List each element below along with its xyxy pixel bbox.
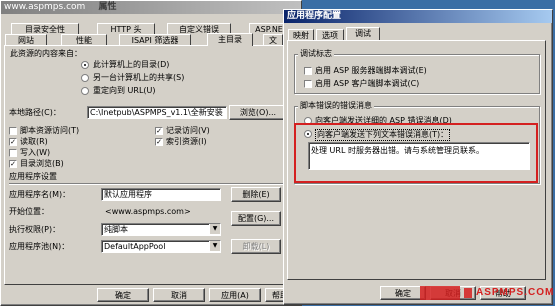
check-log-visits-label: 记录访问(V) bbox=[166, 126, 210, 135]
radio-redirect-url[interactable] bbox=[81, 87, 89, 95]
exec-permissions-label: 执行权限(P)： bbox=[9, 225, 61, 234]
script-errors-label: 脚本错误的错误消息 bbox=[298, 101, 374, 111]
tab-website[interactable]: 网站 bbox=[5, 34, 47, 45]
cancel-button[interactable]: 取消 bbox=[153, 288, 205, 302]
app-config-titlebar: 应用程序配置 bbox=[284, 10, 552, 23]
check-write-label: 写入(W) bbox=[20, 148, 51, 157]
chevron-down-icon[interactable]: ▼ bbox=[209, 224, 220, 234]
tab-documents[interactable]: 文 bbox=[263, 34, 283, 45]
ok-button[interactable]: 确定 bbox=[97, 288, 149, 302]
radio-redirect-url-label: 重定向到 URL(U) bbox=[93, 86, 156, 95]
local-path-label: 本地路径(C)： bbox=[9, 108, 61, 117]
tab-debugging[interactable]: 调试 bbox=[346, 27, 380, 40]
app-name-label: 应用程序名(M)： bbox=[9, 190, 71, 199]
brand-logo: ASPMPS.COM bbox=[420, 284, 555, 302]
radio-local-directory[interactable] bbox=[81, 61, 89, 69]
check-directory-browsing[interactable]: ✓ bbox=[9, 160, 17, 168]
app-config-title: 应用程序配置 bbox=[287, 11, 342, 21]
check-directory-browsing-label: 目录浏览(B) bbox=[20, 159, 64, 168]
error-highlight-box bbox=[294, 123, 538, 183]
remove-button[interactable]: 删除(E) bbox=[231, 187, 281, 202]
app-pool-label: 应用程序池(N)： bbox=[9, 242, 70, 251]
app-settings-heading: 应用程序设置 bbox=[9, 172, 57, 181]
local-path-input[interactable]: C:\Inetpub\ASPMPS_v1.1\全新安装 bbox=[87, 106, 227, 119]
watermark-text: www.aspmps.com bbox=[4, 2, 86, 12]
check-read-label: 读取(R) bbox=[20, 137, 48, 146]
check-server-debug-label: 启用 ASP 服务器端脚本调试(E) bbox=[315, 66, 427, 75]
logo-text: ASPMPS.COM bbox=[476, 287, 555, 298]
properties-titlebar: www.aspmps.com 属性 bbox=[1, 1, 301, 14]
properties-window: www.aspmps.com 属性 目录安全性 HTTP 头 自定义错误 ASP… bbox=[0, 0, 302, 306]
check-script-source-access-label: 脚本资源访问(T) bbox=[20, 126, 80, 135]
radio-local-directory-label: 此计算机上的目录(D) bbox=[93, 60, 170, 69]
tab-performance[interactable]: 性能 bbox=[61, 34, 107, 45]
browse-button[interactable]: 浏览(O)... bbox=[229, 105, 287, 120]
app-settings-divider bbox=[9, 183, 291, 185]
app-pool-value: DefaultAppPool bbox=[104, 242, 166, 251]
tab-home-directory[interactable]: 主目录 bbox=[207, 33, 253, 46]
check-index-resource[interactable]: ✓ bbox=[155, 138, 163, 146]
debug-flags-label: 调试标志 bbox=[298, 49, 334, 59]
app-pool-select[interactable]: DefaultAppPool ▼ bbox=[101, 240, 221, 253]
tab-options[interactable]: 选项 bbox=[316, 29, 344, 40]
tab-mappings[interactable]: 映射 bbox=[288, 29, 314, 40]
exec-permissions-select[interactable]: 纯脚本 ▼ bbox=[101, 223, 221, 236]
start-location-value: <www.aspmps.com> bbox=[105, 207, 191, 216]
check-write[interactable] bbox=[9, 149, 17, 157]
check-client-debug-label: 启用 ASP 客户端脚本调试(C) bbox=[315, 79, 420, 88]
properties-title: 属性 bbox=[98, 2, 117, 12]
chevron-down-icon[interactable]: ▼ bbox=[209, 241, 220, 251]
app-name-input[interactable]: 默认应用程序 bbox=[101, 188, 221, 201]
check-index-resource-label: 索引资源(I) bbox=[166, 137, 207, 146]
check-client-debug[interactable] bbox=[304, 80, 312, 88]
exec-permissions-value: 纯脚本 bbox=[104, 225, 128, 234]
check-read[interactable]: ✓ bbox=[9, 138, 17, 146]
check-script-source-access[interactable] bbox=[9, 127, 17, 135]
unload-button[interactable]: 卸载(L) bbox=[231, 239, 281, 254]
tab-directory-security[interactable]: 目录安全性 bbox=[11, 23, 79, 34]
radio-network-share-label: 另一台计算机上的共享(S) bbox=[93, 73, 185, 82]
radio-network-share[interactable] bbox=[81, 74, 89, 82]
configure-button[interactable]: 配置(G)... bbox=[231, 211, 281, 226]
content-source-label: 此资源的内容来自： bbox=[10, 49, 82, 58]
start-location-label: 开始位置： bbox=[9, 207, 49, 216]
tab-isapi-filters[interactable]: ISAPI 筛选器 bbox=[119, 34, 191, 45]
check-server-debug[interactable] bbox=[304, 67, 312, 75]
apply-button[interactable]: 应用(A) bbox=[209, 288, 261, 302]
check-log-visits[interactable]: ✓ bbox=[155, 127, 163, 135]
tab-http-headers[interactable]: HTTP 头 bbox=[97, 23, 155, 34]
